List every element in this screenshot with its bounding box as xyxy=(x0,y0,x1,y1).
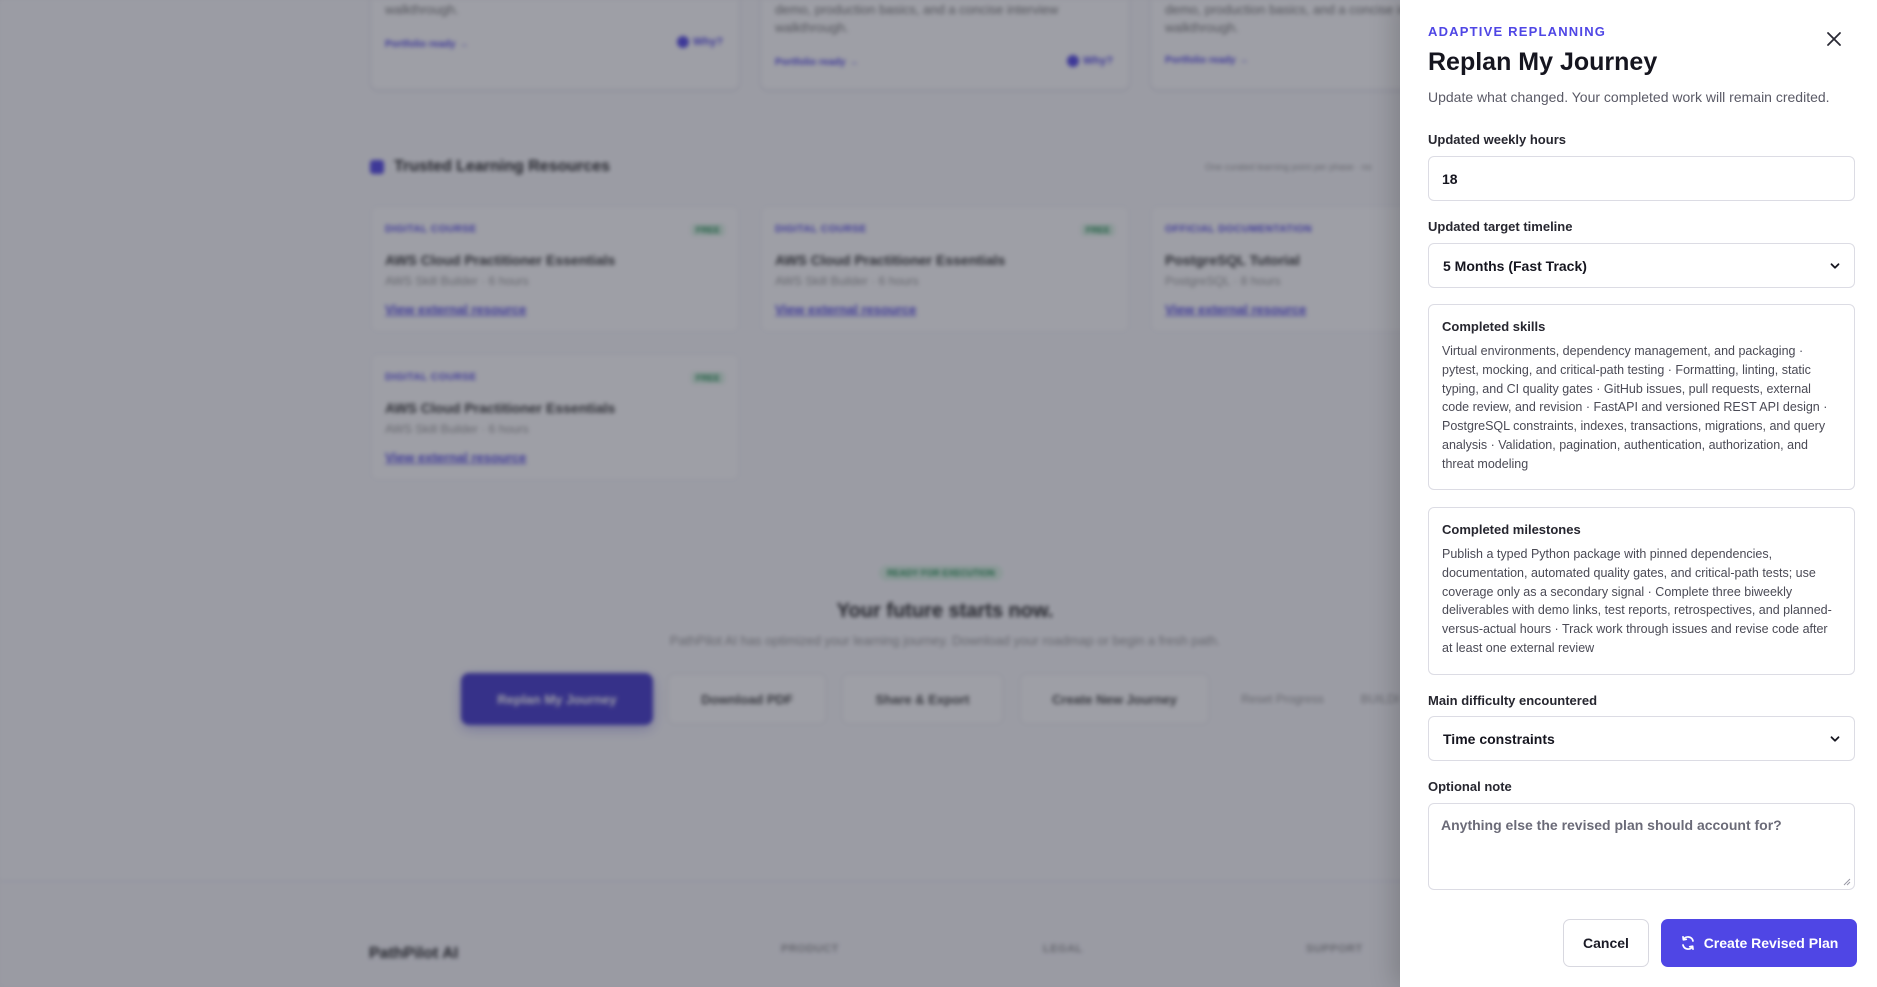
completed-milestones-box: Completed milestones Publish a typed Pyt… xyxy=(1428,507,1855,675)
weekly-hours-value: 18 xyxy=(1442,170,1458,187)
replan-drawer: ADAPTIVE REPLANNING Replan My Journey Up… xyxy=(1400,0,1877,987)
note-label: Optional note xyxy=(1428,779,1512,794)
close-icon xyxy=(1827,32,1841,46)
weekly-hours-input[interactable]: 18 xyxy=(1428,156,1855,201)
cancel-label: Cancel xyxy=(1583,935,1629,951)
completed-skills-title: Completed skills xyxy=(1442,319,1546,334)
cancel-button[interactable]: Cancel xyxy=(1563,919,1649,967)
close-button[interactable] xyxy=(1820,25,1848,53)
timeline-select[interactable]: 5 Months (Fast Track) xyxy=(1428,243,1855,288)
optional-note-textarea[interactable]: Anything else the revised plan should ac… xyxy=(1428,803,1855,890)
resize-grip-icon[interactable] xyxy=(1842,877,1851,886)
refresh-icon xyxy=(1681,935,1694,951)
difficulty-select[interactable]: Time constraints xyxy=(1428,716,1855,761)
completed-milestones-title: Completed milestones xyxy=(1442,522,1581,537)
weekly-hours-label: Updated weekly hours xyxy=(1428,132,1566,147)
create-revised-plan-button[interactable]: Create Revised Plan xyxy=(1661,919,1857,967)
completed-skills-box: Completed skills Virtual environments, d… xyxy=(1428,304,1855,490)
difficulty-label: Main difficulty encountered xyxy=(1428,693,1598,708)
difficulty-value: Time constraints xyxy=(1443,730,1555,747)
completed-skills-text: Virtual environments, dependency managem… xyxy=(1442,344,1828,471)
create-revised-plan-label: Create Revised Plan xyxy=(1703,935,1839,951)
drawer-title: Replan My Journey xyxy=(1428,48,1658,76)
completed-milestones-text: Publish a typed Python package with pinn… xyxy=(1442,547,1832,655)
drawer-subtitle: Update what changed. Your completed work… xyxy=(1428,89,1830,105)
timeline-label: Updated target timeline xyxy=(1428,219,1573,234)
chevron-down-icon xyxy=(1830,262,1840,269)
note-placeholder: Anything else the revised plan should ac… xyxy=(1441,817,1782,833)
timeline-value: 5 Months (Fast Track) xyxy=(1443,257,1587,274)
chevron-down-icon xyxy=(1830,735,1840,742)
drawer-eyebrow: ADAPTIVE REPLANNING xyxy=(1428,24,1607,39)
